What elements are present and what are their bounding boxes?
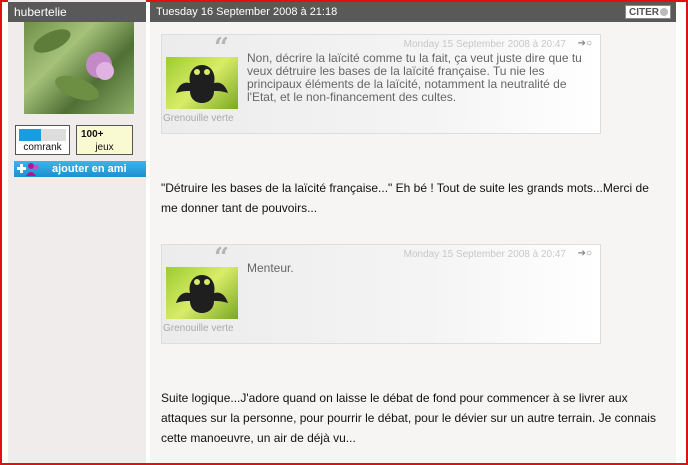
comrank-bar: [19, 129, 66, 141]
reply-text: "Détruire les bases de la laïcité frança…: [161, 181, 649, 215]
quote-date: Monday 15 September 2008 à 20:47: [403, 39, 566, 50]
comrank-box: comrank: [15, 125, 70, 155]
quote-options-icon: [660, 8, 668, 16]
quote-date: Monday 15 September 2008 à 20:47: [403, 249, 566, 260]
quote-button[interactable]: CITER: [625, 5, 671, 19]
reply-icon[interactable]: ➔○: [578, 38, 592, 49]
post-date: Tuesday 16 September 2008 à 21:18: [156, 6, 338, 18]
quote-author[interactable]: Grenouille verte: [163, 323, 234, 334]
add-friend-icon: [17, 163, 39, 176]
username-bar: hubertelie: [8, 2, 146, 22]
quote-text: Menteur.: [247, 261, 294, 275]
username[interactable]: hubertelie: [8, 5, 67, 19]
post-content: “ Monday 15 September 2008 à 20:47 ➔○ Gr…: [150, 22, 676, 463]
quote-author[interactable]: Grenouille verte: [163, 113, 234, 124]
add-friend-button[interactable]: ajouter en ami: [14, 161, 146, 177]
quote-author-avatar[interactable]: [166, 57, 238, 109]
games-box: 100+ jeux: [76, 125, 133, 155]
avatar[interactable]: [24, 22, 134, 114]
games-count: 100+: [81, 129, 104, 140]
quote-text: Non, décrire la laïcité comme tu la fait…: [247, 51, 582, 104]
add-friend-label: ajouter en ami: [52, 163, 127, 175]
quote-mark-icon: “: [214, 33, 229, 63]
post-header: Tuesday 16 September 2008 à 21:18 CITER: [150, 2, 676, 22]
games-label: jeux: [95, 142, 114, 153]
quote-button-label: CITER: [629, 7, 659, 18]
reply-icon[interactable]: ➔○: [578, 248, 592, 259]
comrank-label: comrank: [23, 142, 62, 153]
quote-mark-icon: “: [214, 243, 229, 273]
quote-author-avatar[interactable]: [166, 267, 238, 319]
quoted-message: “ Monday 15 September 2008 à 20:47 ➔○ Gr…: [161, 244, 601, 344]
reply-text: Suite logique...J'adore quand on laisse …: [161, 391, 656, 445]
quoted-message: “ Monday 15 September 2008 à 20:47 ➔○ Gr…: [161, 34, 601, 134]
